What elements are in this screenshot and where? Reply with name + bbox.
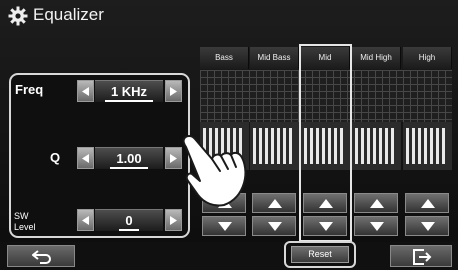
arrow-left-icon [82,154,89,163]
triangle-up-icon [421,199,435,208]
equalizer-screen: Equalizer Freq 1 KHz Q 1.00 SW Level 0 B… [0,0,458,270]
triangle-up-icon [268,199,282,208]
title-bar: Equalizer [0,0,458,30]
bass-down-button[interactable] [202,216,246,236]
back-button[interactable] [7,245,75,267]
band-bars-mid-high [352,122,401,170]
band-header-mid-bass[interactable]: Mid Bass [250,47,299,69]
band-bars-mid-bass [250,122,299,170]
arrow-right-icon [170,87,177,96]
triangle-down-icon [370,222,384,231]
selected-band-highlight [299,44,352,242]
triangle-down-icon [268,222,282,231]
q-label: Q [50,150,61,165]
arrow-left-icon [82,87,89,96]
freq-increase-button[interactable] [165,80,182,102]
band-header-high[interactable]: High [403,47,452,69]
high-down-button[interactable] [405,216,449,236]
arrow-left-icon [82,216,89,225]
band-bars-high [403,122,452,170]
mid-bass-up-button[interactable] [252,193,296,213]
freq-label: Freq [15,82,44,97]
back-arrow-icon [32,250,51,264]
band-header-bass[interactable]: Bass [200,47,249,69]
reset-button-frame[interactable]: Reset [284,241,356,268]
pointing-hand-icon [182,135,247,207]
mid-bass-down-button[interactable] [252,216,296,236]
q-decrease-button[interactable] [77,147,94,169]
page-title: Equalizer [33,5,104,24]
sw-level-label: SW Level [14,211,36,232]
triangle-up-icon [370,199,384,208]
reset-button[interactable]: Reset [291,246,349,263]
triangle-down-icon [421,222,435,231]
sw-level-decrease-button[interactable] [77,209,94,231]
mid-high-down-button[interactable] [354,216,398,236]
arrow-right-icon [170,154,177,163]
mid-high-up-button[interactable] [354,193,398,213]
sw-level-increase-button[interactable] [165,209,182,231]
triangle-down-icon [218,222,232,231]
exit-button[interactable] [390,245,452,267]
q-value: 1.00 [95,147,163,169]
gear-icon [8,6,28,26]
arrow-right-icon [170,216,177,225]
band-header-mid-high[interactable]: Mid High [352,47,401,69]
freq-decrease-button[interactable] [77,80,94,102]
sw-level-value: 0 [95,209,163,231]
exit-icon [413,249,432,265]
high-up-button[interactable] [405,193,449,213]
freq-value: 1 KHz [95,80,163,102]
